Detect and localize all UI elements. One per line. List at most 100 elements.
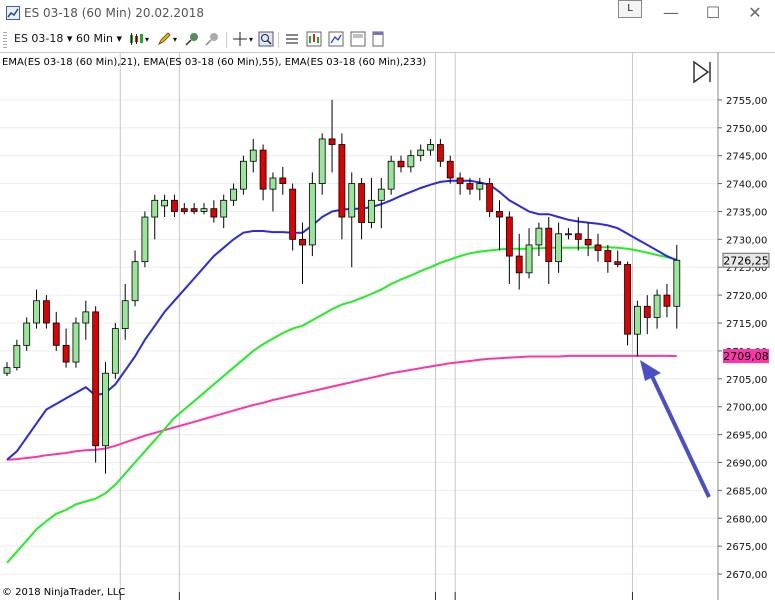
candle	[368, 177, 375, 229]
candle-body	[72, 322, 80, 363]
candle	[220, 194, 228, 229]
candle	[565, 228, 572, 240]
candle	[634, 300, 641, 357]
candle	[673, 244, 681, 329]
candle-body	[653, 294, 661, 318]
candle-body	[82, 311, 90, 324]
candle-body	[594, 244, 602, 251]
candle-body	[673, 259, 681, 307]
candle-body	[358, 183, 366, 224]
toolbar-grip[interactable]	[3, 32, 7, 48]
templates-icon[interactable]	[370, 31, 386, 47]
indicators-icon[interactable]	[306, 31, 322, 47]
price-tick-label: 2750,00	[726, 124, 767, 135]
candle	[23, 317, 31, 351]
candle	[515, 233, 523, 290]
candle-body	[496, 211, 503, 218]
price-tick-label: 2755,00	[726, 96, 767, 107]
close-button[interactable]: ✕	[740, 2, 770, 24]
candle	[171, 194, 178, 218]
candle-body	[269, 177, 277, 190]
candle	[525, 228, 533, 279]
candle-body	[427, 144, 434, 151]
candle	[210, 200, 218, 223]
candle	[407, 150, 415, 173]
candle-body	[397, 160, 405, 168]
candle-body	[515, 255, 523, 274]
instrument-selector[interactable]: ES 03-18 ▾	[14, 32, 72, 45]
candle-body	[171, 199, 178, 212]
candle	[387, 155, 395, 195]
candle	[505, 211, 513, 284]
candle	[52, 311, 60, 351]
chevron-down-icon[interactable]: ▾	[145, 35, 149, 44]
ema-233-tag: 2709,08	[723, 349, 769, 364]
candle-body	[121, 300, 129, 330]
scroll-to-end-icon[interactable]	[693, 60, 711, 84]
toolbar-separator	[226, 32, 227, 48]
candle	[279, 166, 287, 195]
minimize-button[interactable]: —	[656, 2, 686, 24]
maximize-button[interactable]: ☐	[698, 2, 728, 24]
toolbar-separator	[278, 32, 279, 48]
price-tick-label: 2730,00	[726, 235, 767, 246]
candle-body	[161, 199, 169, 207]
candle-body	[141, 216, 149, 263]
chevron-down-icon[interactable]: ▾	[249, 35, 253, 44]
candle	[43, 295, 50, 329]
copyright-label: © 2018 NinjaTrader, LLC	[2, 587, 125, 598]
candle	[72, 317, 80, 368]
price-tick-label: 2685,00	[726, 486, 767, 497]
price-tick-label: 2740,00	[726, 180, 767, 191]
candle-body	[486, 183, 494, 212]
candle-body	[466, 183, 474, 190]
candle-body	[102, 372, 109, 447]
candle	[230, 183, 237, 206]
candle	[624, 261, 631, 346]
chart-window-icon	[6, 6, 20, 20]
candle	[338, 133, 346, 240]
data-series-icon[interactable]	[284, 31, 300, 47]
chevron-down-icon[interactable]: ▾	[173, 35, 177, 44]
pin-gray-icon[interactable]	[204, 31, 220, 47]
candle	[328, 99, 336, 173]
candle-body	[614, 261, 622, 265]
candle-body	[338, 144, 346, 218]
candle	[92, 306, 100, 463]
strategies-icon[interactable]	[328, 31, 344, 47]
price-tick-label: 2675,00	[726, 542, 767, 553]
price-chart[interactable]: 2670,00 2675,00 2680,00 2685,00 2690,00 2695,…	[0, 52, 775, 600]
chart-properties-icon[interactable]	[350, 31, 366, 47]
crosshair-icon[interactable]	[232, 31, 248, 47]
candle-body	[634, 305, 641, 335]
candle	[82, 300, 90, 340]
zoom-icon[interactable]	[258, 31, 274, 47]
pin-icon[interactable]	[184, 31, 200, 47]
candle-body	[348, 183, 356, 218]
link-button[interactable]: L	[618, 0, 642, 18]
pencil-icon[interactable]	[156, 31, 172, 47]
interval-selector[interactable]: 60 Min ▾	[76, 32, 122, 45]
candle	[111, 323, 119, 379]
candle	[200, 203, 208, 215]
candle	[269, 172, 277, 212]
price-tick-label: 2745,00	[726, 152, 767, 163]
candle	[141, 211, 149, 268]
chevron-down-icon: ▾	[116, 32, 123, 45]
annotation-arrow	[640, 360, 711, 498]
bar-type-icon[interactable]	[128, 31, 144, 47]
price-tick-label: 2705,00	[726, 375, 767, 386]
candle-body	[525, 244, 533, 274]
window-title: ES 03-18 (60 Min) 20.02.2018	[24, 6, 204, 20]
candle-body	[43, 300, 50, 324]
price-axis[interactable]: 2670,00 2675,00 2680,00 2685,00 2690,00 2695,…	[718, 96, 767, 581]
price-tick-label: 2690,00	[726, 458, 767, 469]
candle	[643, 295, 651, 335]
candle-body	[545, 227, 553, 263]
candle	[584, 222, 592, 257]
price-tick-label: 2720,00	[726, 291, 767, 302]
candle	[604, 244, 612, 273]
candle-body	[555, 233, 562, 263]
candle-body	[476, 183, 484, 190]
candle	[318, 133, 326, 195]
